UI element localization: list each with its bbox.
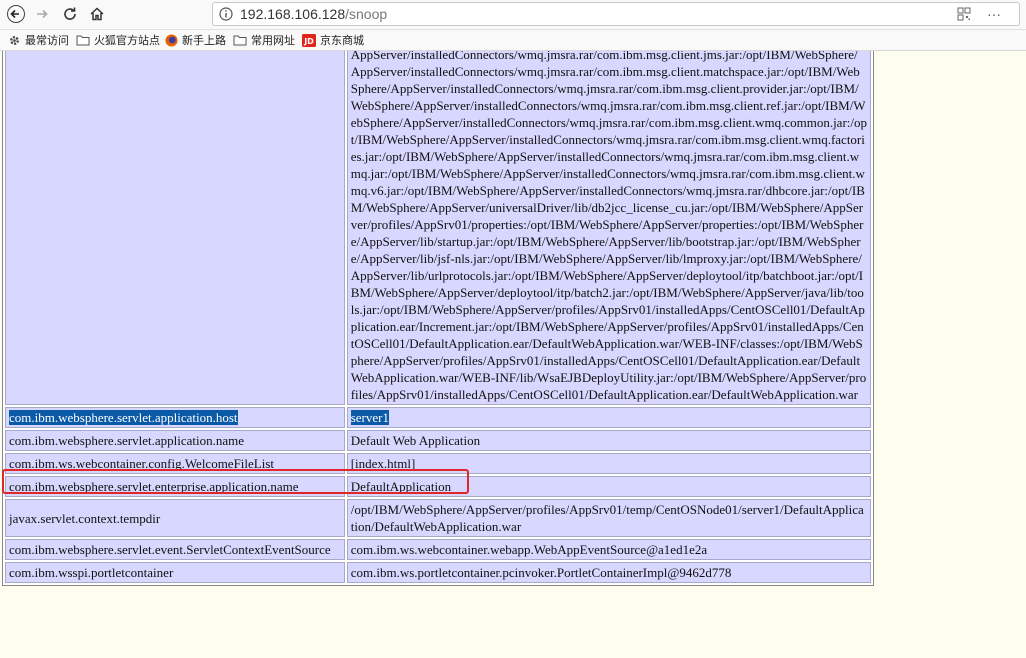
arrow-left-icon	[7, 5, 25, 23]
table-row: com.ibm.websphere.servlet.application.ho…	[5, 407, 871, 428]
bookmarks-bar: 最常访问 火狐官方站点 新手上路 常用网址 JD 京东商城	[0, 30, 1026, 51]
selected-text: com.ibm.websphere.servlet.application.ho…	[9, 410, 238, 425]
folder-icon	[233, 35, 247, 46]
page-content: AppServer/installedConnectors/wmq.jmsra.…	[0, 51, 1026, 658]
qr-code-icon[interactable]	[957, 7, 971, 21]
svg-text:JD: JD	[303, 37, 314, 46]
table-row: com.ibm.websphere.servlet.event.ServletC…	[5, 539, 871, 560]
classpath-value: AppServer/installedConnectors/wmq.jmsra.…	[346, 51, 871, 405]
table-row: com.ibm.websphere.servlet.application.na…	[5, 430, 871, 451]
arrow-right-icon	[37, 9, 48, 19]
url-text[interactable]: 192.168.106.128/snoop	[240, 6, 387, 22]
selected-text: server1	[350, 410, 389, 425]
bookmark-jd-mall[interactable]: JD 京东商城	[302, 32, 364, 48]
table-row: com.ibm.wsspi.portletcontainer com.ibm.w…	[5, 562, 871, 583]
folder-icon	[76, 35, 90, 46]
bookmark-label: 新手上路	[182, 35, 226, 47]
bookmark-label: 最常访问	[25, 35, 69, 47]
table-cell-key: javax.servlet.context.tempdir	[5, 499, 345, 537]
jd-icon: JD	[302, 33, 316, 47]
servlet-context-attributes-table: AppServer/installedConnectors/wmq.jmsra.…	[2, 51, 874, 586]
forward-button[interactable]	[30, 2, 54, 26]
table-cell-value: Default Web Application	[346, 430, 871, 451]
red-highlight-box	[2, 469, 469, 494]
bookmark-label: 常用网址	[251, 35, 295, 47]
bookmark-label: 火狐官方站点	[94, 35, 160, 47]
table-cell-key: com.ibm.websphere.servlet.application.na…	[5, 430, 345, 451]
reload-icon	[64, 7, 76, 20]
gear-icon	[10, 35, 19, 45]
bookmark-firefox-official[interactable]: 火狐官方站点	[76, 32, 160, 48]
table-cell-key: com.ibm.websphere.servlet.application.ho…	[5, 407, 345, 428]
table-cell-value: com.ibm.ws.webcontainer.webapp.WebAppEve…	[346, 539, 871, 560]
page-actions-menu-icon[interactable]: ···	[987, 6, 1001, 22]
url-host: 192.168.106.128	[240, 6, 346, 22]
home-icon	[90, 7, 104, 21]
url-bar[interactable]: 192.168.106.128/snoop ···	[212, 2, 1020, 26]
bookmark-label: 京东商城	[320, 35, 364, 47]
back-button[interactable]	[4, 2, 28, 26]
table-cell-key: com.ibm.websphere.servlet.event.ServletC…	[5, 539, 345, 560]
home-button[interactable]	[85, 2, 109, 26]
bookmark-most-visited[interactable]: 最常访问	[8, 32, 69, 48]
browser-toolbar: 192.168.106.128/snoop ···	[0, 0, 1026, 30]
table-cell-value: server1	[346, 407, 871, 428]
table-row: AppServer/installedConnectors/wmq.jmsra.…	[5, 51, 871, 405]
table-cell-value: /opt/IBM/WebSphere/AppServer/profiles/Ap…	[346, 499, 871, 537]
table-cell-key: com.ibm.wsspi.portletcontainer	[5, 562, 345, 583]
firefox-icon	[165, 34, 178, 46]
reload-button[interactable]	[58, 2, 82, 26]
table-cell-key	[5, 51, 345, 405]
bookmark-getting-started[interactable]: 新手上路	[165, 32, 226, 48]
table-row: javax.servlet.context.tempdir /opt/IBM/W…	[5, 499, 871, 537]
url-path: /snoop	[345, 6, 388, 22]
info-icon[interactable]	[219, 7, 233, 21]
table-cell-value: com.ibm.ws.portletcontainer.pcinvoker.Po…	[346, 562, 871, 583]
bookmark-common-sites[interactable]: 常用网址	[233, 32, 295, 48]
